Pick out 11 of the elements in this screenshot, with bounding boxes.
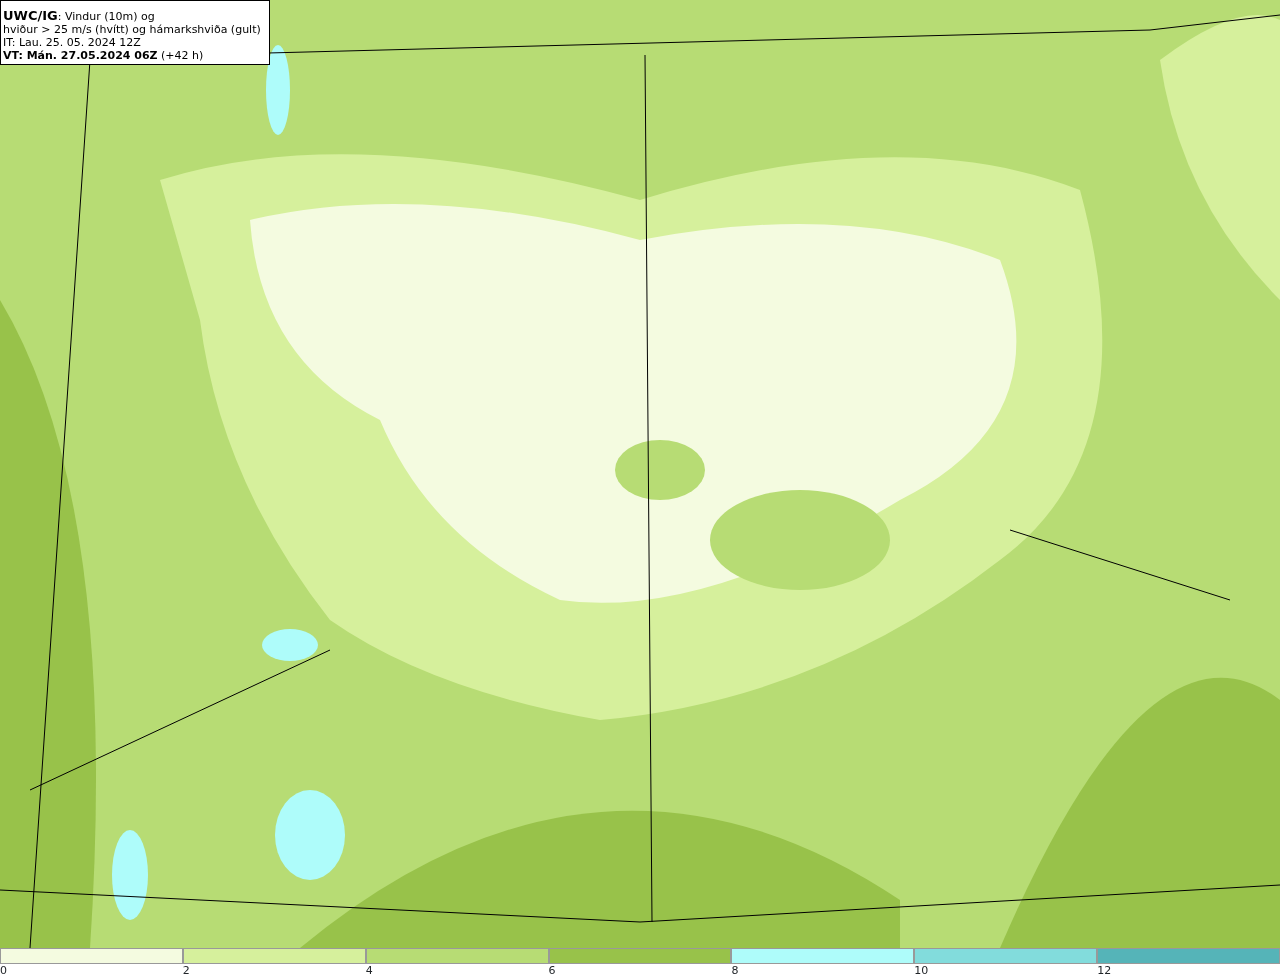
title-line: hviður > 25 m/s (hvítt) og hámarkshviða (gult): [3, 23, 261, 36]
title-line: VT: Mán. 27.05.2024 06Z (+42 h): [3, 49, 205, 62]
legend-label: 0: [0, 964, 7, 978]
title-line: UWC/IG: Vindur (10m) og: [3, 9, 156, 23]
legend-label: 6: [548, 964, 556, 978]
legend-label: 12: [1097, 964, 1112, 978]
legend-label: 10: [914, 964, 929, 978]
title-line: IT: Lau. 25. 05. 2024 12Z: [3, 36, 142, 49]
legend-label: 8: [731, 964, 739, 978]
legend-label: 2: [182, 964, 190, 978]
legend-label: 4: [365, 964, 373, 978]
